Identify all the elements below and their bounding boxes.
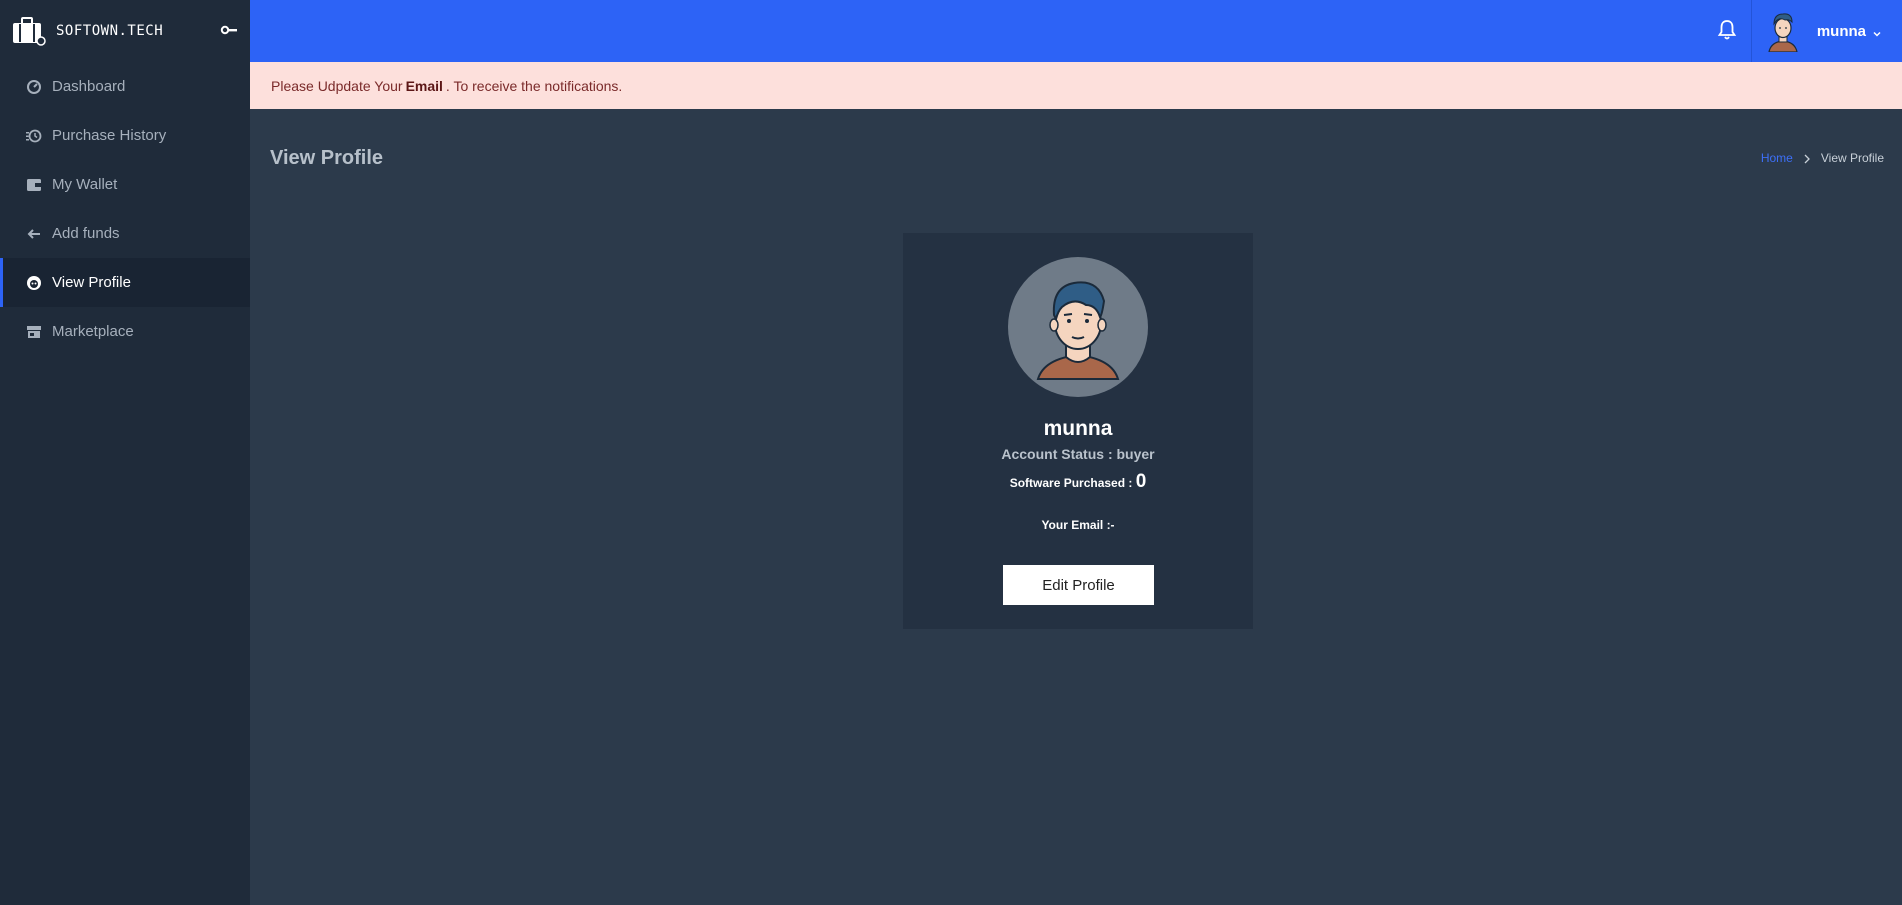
sidebar-item-dashboard[interactable]: Dashboard (0, 62, 250, 111)
user-name: munna (1816, 22, 1866, 40)
software-purchased: Software Purchased : 0 (903, 471, 1253, 493)
breadcrumb-home-link[interactable]: Home (1761, 151, 1793, 165)
store-icon (26, 324, 42, 340)
sidebar-item-view-profile[interactable]: View Profile (0, 258, 250, 307)
profile-card: munna Account Status : buyer Software Pu… (903, 233, 1253, 629)
sidebar-toggle-icon[interactable] (220, 22, 240, 38)
alert-prefix: Please Udpdate Your (271, 77, 403, 94)
alert-suffix: . To receive the notifications. (445, 77, 623, 94)
profile-icon (26, 275, 42, 291)
edit-profile-button[interactable]: Edit Profile (1003, 565, 1154, 605)
page-title: View Profile (270, 147, 384, 169)
sidebar-item-label: View Profile (52, 274, 131, 291)
breadcrumb-current: View Profile (1820, 151, 1884, 165)
sidebar: SOFTOWN.TECH Dashboard Purchase History (0, 0, 250, 905)
software-purchased-count: 0 (1135, 471, 1147, 492)
brand-name: SOFTOWN.TECH (56, 23, 164, 39)
briefcase-logo-icon (12, 16, 46, 46)
sidebar-item-label: Dashboard (52, 78, 126, 95)
sidebar-item-purchase-history[interactable]: Purchase History (0, 111, 250, 160)
sidebar-item-add-funds[interactable]: Add funds (0, 209, 250, 258)
account-status: Account Status : buyer (1001, 446, 1155, 462)
top-bar: munna (250, 0, 1902, 62)
avatar (1765, 10, 1801, 53)
wallet-icon (26, 177, 42, 193)
bell-icon[interactable] (1717, 19, 1737, 41)
sidebar-item-label: Purchase History (52, 127, 167, 144)
chevron-down-icon (1872, 26, 1882, 37)
email-alert: Please Udpdate Your Email . To receive t… (250, 62, 1902, 109)
sidebar-item-label: Add funds (52, 225, 120, 242)
history-icon (26, 128, 42, 144)
user-menu[interactable]: munna (1765, 10, 1882, 53)
sidebar-item-my-wallet[interactable]: My Wallet (0, 160, 250, 209)
sidebar-item-marketplace[interactable]: Marketplace (0, 307, 250, 356)
brand[interactable]: SOFTOWN.TECH (0, 0, 250, 62)
sidebar-item-label: Marketplace (52, 323, 134, 340)
software-purchased-label: Software Purchased : (1009, 476, 1133, 490)
chevron-right-icon (1803, 153, 1811, 164)
top-bar-divider (1751, 0, 1752, 62)
alert-bold: Email (405, 77, 443, 94)
profile-avatar (1008, 257, 1148, 397)
profile-name: munna (1043, 417, 1113, 440)
sidebar-nav: Dashboard Purchase History My Wallet Add… (0, 62, 250, 356)
breadcrumb: Home View Profile (1761, 151, 1884, 165)
arrow-left-icon (26, 226, 42, 242)
profile-email: Your Email :- (1041, 518, 1115, 532)
sidebar-item-label: My Wallet (52, 176, 118, 193)
dashboard-icon (26, 79, 42, 95)
